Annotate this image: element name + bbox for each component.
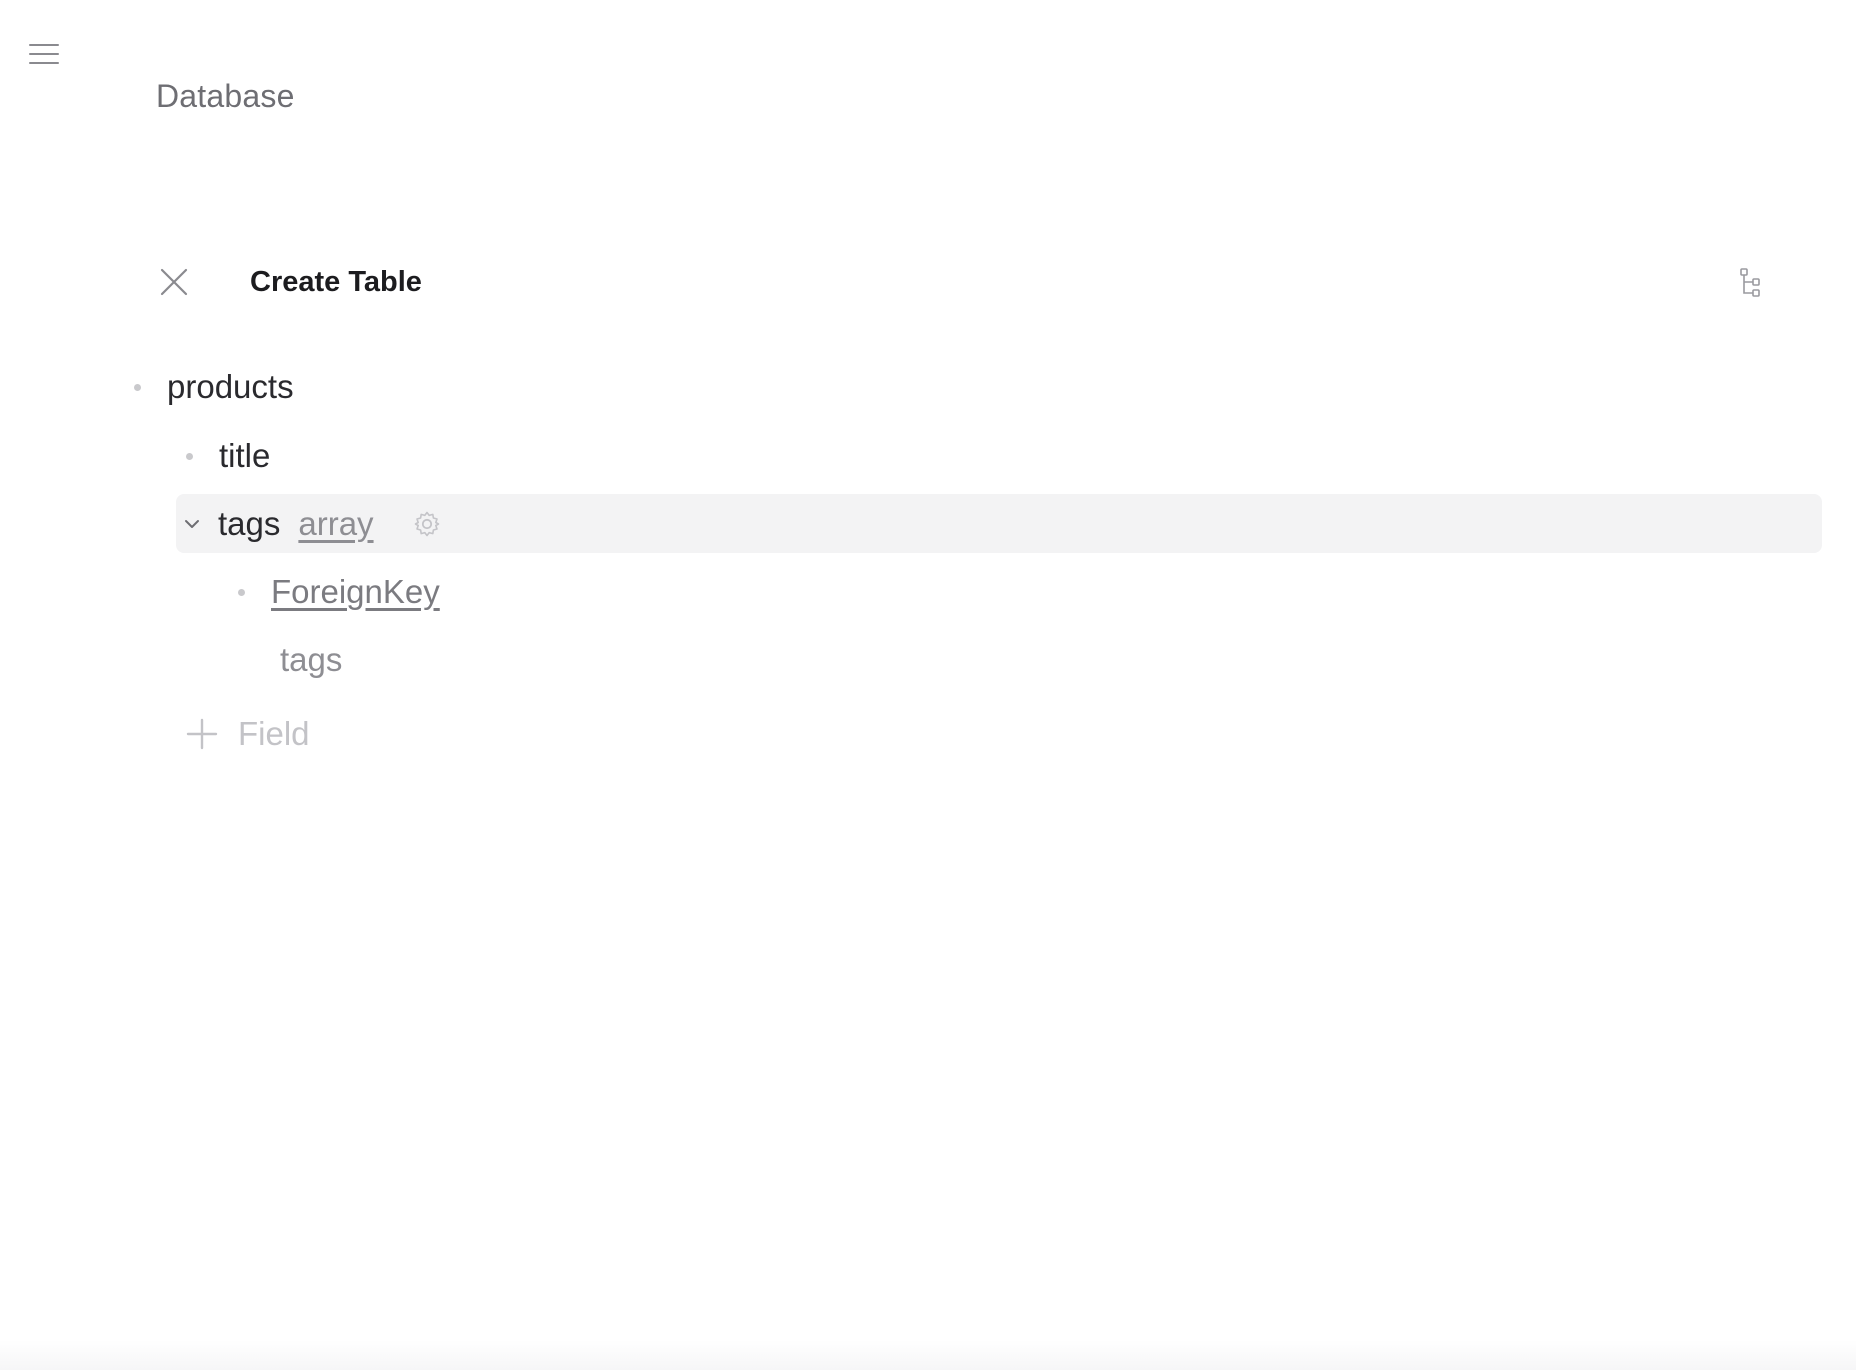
relation-item-foreignkey[interactable]: ForeignKey [238, 563, 440, 621]
page-title: Create Table [250, 266, 422, 298]
bottom-edge-fade [0, 1340, 1856, 1370]
menu-line [29, 53, 59, 55]
referenced-table-name: tags [280, 641, 343, 678]
add-field-button[interactable]: Field [184, 705, 310, 763]
foreign-key-link[interactable]: ForeignKey [271, 573, 440, 611]
app-page: Database Create Table products title tag… [0, 0, 1856, 1370]
plus-icon [186, 718, 218, 750]
field-name: title [219, 437, 271, 474]
gear-icon[interactable] [412, 509, 442, 539]
table-name: products [167, 368, 294, 405]
bullet-icon [186, 452, 193, 460]
field-name: tags [218, 504, 281, 542]
close-icon[interactable] [158, 266, 190, 298]
tree-structure-icon[interactable] [1734, 264, 1768, 300]
chevron-down-icon[interactable] [182, 514, 202, 534]
create-table-header: Create Table [150, 258, 1780, 308]
menu-line [29, 62, 59, 64]
breadcrumb[interactable]: Database [156, 78, 295, 115]
field-type-link[interactable]: array [298, 505, 373, 543]
field-item-title[interactable]: title [186, 427, 270, 485]
bullet-icon [238, 588, 245, 596]
menu-line [29, 44, 59, 46]
tree-root-item[interactable]: products [134, 358, 294, 416]
bullet-icon [134, 383, 141, 391]
field-item-tags[interactable]: tags array [182, 494, 442, 553]
hamburger-menu-icon[interactable] [24, 36, 64, 70]
add-field-label: Field [238, 715, 310, 752]
relation-target: tags [280, 631, 342, 689]
